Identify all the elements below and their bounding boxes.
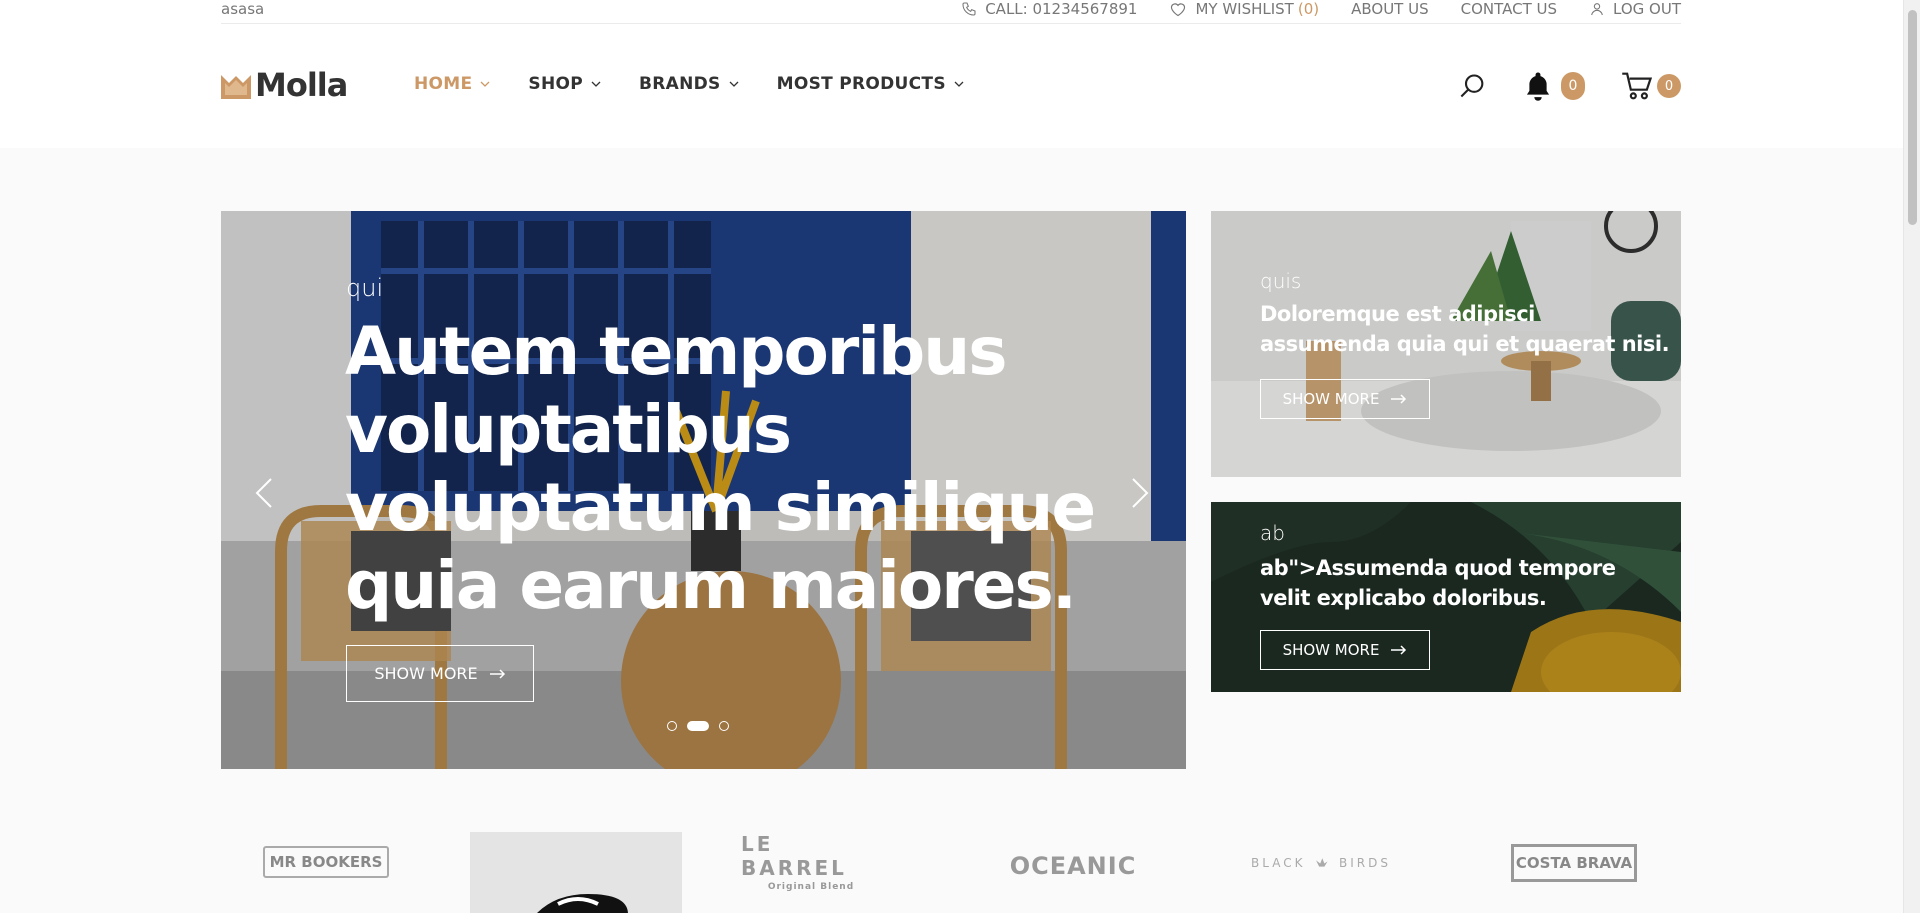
contact-label: CONTACT US: [1460, 0, 1558, 18]
nav-home-label: HOME: [414, 74, 473, 94]
brands-strip: MR BOOKERS LE BARREL Original Blend OCEA…: [221, 832, 1681, 913]
slider-dot-2[interactable]: [687, 721, 709, 731]
brand-black-label: BLACK: [1251, 856, 1306, 870]
main-header: Molla HOME SHOP BRANDS MOST PRODUCTS 0 0: [0, 26, 1903, 148]
slider-prev-button[interactable]: [255, 473, 273, 519]
chevron-right-icon: [1132, 478, 1149, 508]
brand-black-birds[interactable]: BLACK BIRDS: [1251, 846, 1391, 880]
chevron-left-icon: [255, 478, 272, 508]
hero-show-more-button[interactable]: SHOW MORE: [346, 645, 534, 702]
nav-shop[interactable]: SHOP: [528, 74, 601, 94]
molla-logo-icon: [221, 75, 251, 99]
about-label: ABOUT US: [1351, 0, 1429, 18]
main-nav: HOME SHOP BRANDS MOST PRODUCTS: [414, 74, 964, 94]
banner-1-title: Doloremque est adipisci assumenda quia q…: [1260, 302, 1670, 356]
call-link[interactable]: CALL: 01234567891: [961, 0, 1137, 18]
brand-featured[interactable]: [470, 832, 682, 913]
logout-label: LOG OUT: [1613, 0, 1681, 18]
brand-birds-label: BIRDS: [1339, 856, 1391, 870]
cart-button[interactable]: 0: [1621, 71, 1681, 101]
scrollbar-thumb[interactable]: [1908, 10, 1917, 225]
brand-mr-bookers[interactable]: MR BOOKERS: [263, 846, 389, 878]
arrow-right-icon: [489, 668, 505, 679]
cart-badge: 0: [1657, 74, 1681, 98]
nav-brands[interactable]: BRANDS: [639, 74, 739, 94]
contact-link[interactable]: CONTACT US: [1461, 0, 1557, 18]
bell-icon: [1526, 72, 1550, 101]
user-name: asasa: [221, 0, 265, 18]
brand-le-barrel-sub: Original Blend: [767, 882, 855, 892]
banner-2-subtitle: ab: [1260, 521, 1285, 545]
nav-most-products-label: MOST PRODUCTS: [776, 74, 946, 94]
user-icon: [1591, 3, 1603, 16]
banner-2-show-more-button[interactable]: SHOW MORE: [1260, 630, 1430, 670]
search-button[interactable]: [1459, 72, 1487, 100]
slider-next-button[interactable]: [1131, 473, 1149, 519]
brand-le-barrel[interactable]: LE BARREL Original Blend: [741, 832, 881, 892]
notifications-badge: 0: [1561, 72, 1585, 100]
banner-card-2[interactable]: ab ab">Assumenda quod tempore velit expl…: [1211, 502, 1681, 692]
arrow-right-icon: [1391, 394, 1407, 404]
hero-subtitle: qui: [346, 274, 384, 302]
brand-costa-brava-label: COSTA BRAVA: [1515, 854, 1633, 872]
nav-shop-label: SHOP: [528, 74, 584, 94]
banner-1-show-more-button[interactable]: SHOW MORE: [1260, 379, 1430, 419]
wishlist-count: (0): [1297, 0, 1320, 18]
site-logo[interactable]: Molla: [221, 66, 348, 104]
hero-title: Autem temporibus voluptatibus voluptatum…: [345, 313, 1096, 624]
notifications-button[interactable]: 0: [1523, 70, 1585, 102]
banner-1-subtitle: quis: [1260, 269, 1302, 293]
chevron-down-icon: [954, 81, 964, 87]
nav-home[interactable]: HOME: [414, 74, 490, 94]
header-icons: 0 0: [1459, 70, 1681, 102]
logout-link[interactable]: LOG OUT: [1589, 0, 1681, 18]
banner-2-button-label: SHOW MORE: [1282, 641, 1380, 659]
slider-dots: [667, 721, 729, 731]
call-label: CALL: 01234567891: [985, 0, 1138, 18]
brand-costa-brava[interactable]: COSTA BRAVA: [1511, 844, 1637, 882]
cart-icon: [1622, 72, 1653, 100]
arrow-right-icon: [1391, 645, 1407, 655]
wishlist-link[interactable]: MY WISHLIST (0): [1169, 0, 1319, 18]
about-link[interactable]: ABOUT US: [1351, 0, 1429, 18]
top-bar: asasa CALL: 01234567891 MY WISHLIST (0) …: [0, 0, 1903, 26]
nav-most-products[interactable]: MOST PRODUCTS: [777, 74, 964, 94]
logo-text: Molla: [255, 66, 348, 104]
brand-oceanic-label: OCEANIC: [1009, 852, 1137, 880]
chevron-down-icon: [729, 81, 739, 87]
slider-dot-1[interactable]: [667, 721, 677, 731]
hero-button-label: SHOW MORE: [374, 664, 478, 683]
phone-icon: [962, 2, 976, 16]
banner-2-title: ab">Assumenda quod tempore velit explica…: [1260, 556, 1616, 610]
nav-brands-label: BRANDS: [639, 74, 721, 94]
page-scrollbar[interactable]: [1903, 0, 1920, 913]
brand-le-barrel-label: LE BARREL: [741, 832, 847, 880]
wishlist-label: MY WISHLIST: [1195, 0, 1294, 18]
heart-icon: [1171, 3, 1186, 17]
search-icon: [1460, 74, 1484, 98]
slider-dot-3[interactable]: [719, 721, 729, 731]
banner-card-1[interactable]: quis Doloremque est adipisci assumenda q…: [1211, 211, 1681, 477]
brand-oceanic[interactable]: OCEANIC: [1003, 844, 1143, 888]
banner-1-button-label: SHOW MORE: [1282, 390, 1380, 408]
hero-slider[interactable]: qui Autem temporibus voluptatibus volupt…: [221, 211, 1186, 769]
bird-icon: [1316, 858, 1328, 867]
chevron-down-icon: [480, 81, 490, 87]
brand-mr-bookers-label: MR BOOKERS: [269, 853, 383, 871]
chevron-down-icon: [591, 81, 601, 87]
shoe-logo-icon: [537, 894, 628, 913]
